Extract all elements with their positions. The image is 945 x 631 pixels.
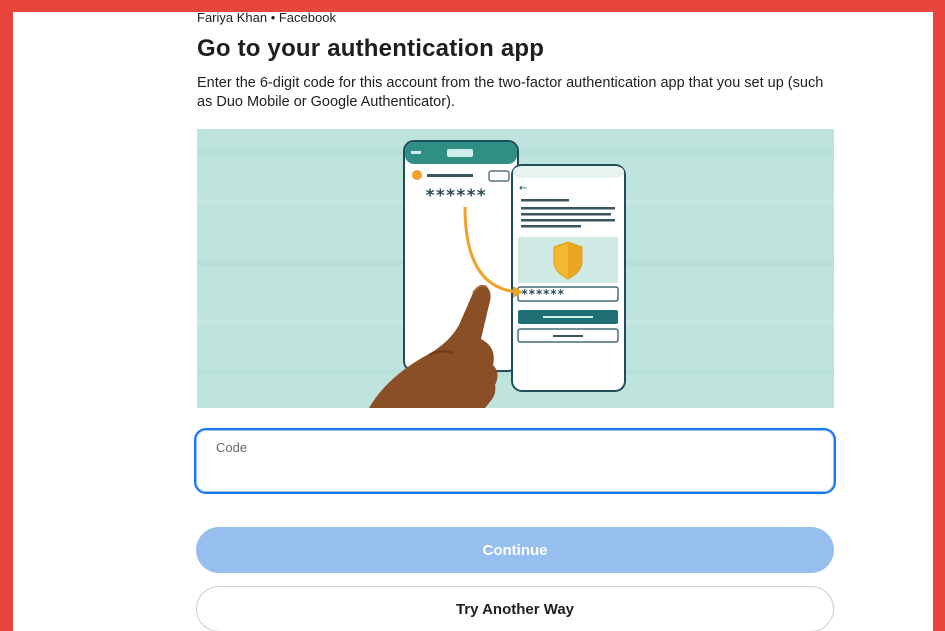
code-input[interactable] [214, 460, 814, 486]
code-field[interactable]: Code [194, 428, 836, 494]
phone-right-code-mask: ****** [521, 287, 564, 301]
authentication-illustration: ****** ← ****** [197, 129, 834, 408]
phones-illustration: ****** ← ****** [197, 129, 834, 408]
account-identity: Fariya Khan • Facebook [197, 10, 336, 25]
phone-right: ← ****** [511, 164, 626, 392]
continue-button[interactable]: Continue [196, 527, 834, 573]
auth-header: Fariya Khan • Facebook Go to your authen… [197, 10, 835, 112]
phone-left-code-mask: ****** [425, 186, 486, 206]
code-field-label: Code [216, 440, 248, 455]
page-description: Enter the 6-digit code for this account … [197, 75, 824, 110]
frame-border-left [0, 0, 13, 631]
frame-border-right [933, 0, 945, 631]
try-another-way-button[interactable]: Try Another Way [196, 586, 834, 631]
svg-text:←: ← [519, 183, 527, 194]
page-title: Go to your authentication app [197, 35, 545, 62]
